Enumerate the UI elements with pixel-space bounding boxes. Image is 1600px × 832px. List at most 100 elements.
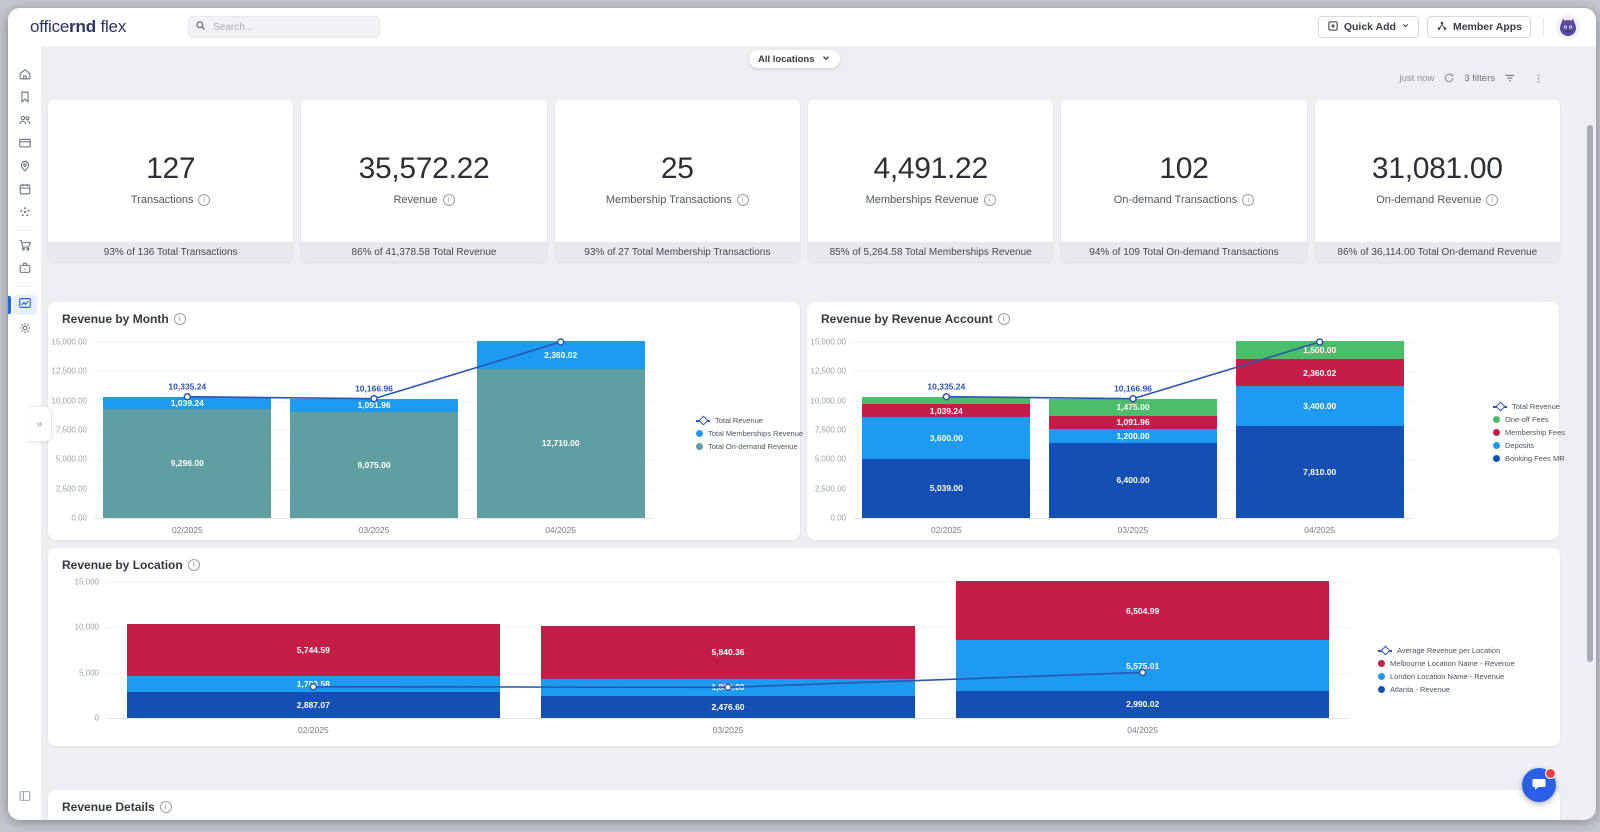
kpi-footer: 93% of 27 Total Membership Transactions xyxy=(554,242,800,262)
user-avatar-button[interactable] xyxy=(1556,15,1580,39)
sidebar-item-community[interactable] xyxy=(13,206,37,222)
legend-item[interactable]: Melbourne Location Name - Revenue xyxy=(1378,659,1515,668)
expand-sidebar-button[interactable] xyxy=(28,406,52,442)
revenue-by-account-card: Revenue by Revenue Account 0.00 2,500.00 5… xyxy=(807,302,1565,540)
legend-item[interactable]: Deposits xyxy=(1493,441,1565,450)
revenue-by-month-plot[interactable]: 0.00 2,500.00 5,000.00 7,500.00 10,000.00 12,… xyxy=(51,338,654,535)
home-icon xyxy=(18,67,32,86)
kpi-value: 127 xyxy=(146,152,196,185)
y-tick-label: 10,000.00 xyxy=(51,396,87,406)
line-point[interactable] xyxy=(1129,394,1137,403)
y-tick-label: 5,000.00 xyxy=(55,454,87,464)
sidebar-item-jobs[interactable] xyxy=(13,262,37,278)
kpi-label: Revenue xyxy=(393,194,455,206)
filters-count-label[interactable]: 3 filters xyxy=(1464,73,1495,84)
kpi-card-ondemand-revenue: 31,081.00 On-demand Revenue 86% of 36,11… xyxy=(1314,100,1560,262)
revenue-by-location-plot[interactable]: 05,00010,00015,00002/20252,887.071,703.5… xyxy=(75,578,1350,735)
info-icon[interactable] xyxy=(187,559,200,571)
sidebar-item-analytics[interactable] xyxy=(8,295,37,315)
line-point[interactable] xyxy=(1315,338,1324,346)
legend-item[interactable]: Total Revenue xyxy=(1493,401,1565,412)
sidebar-item-locations[interactable] xyxy=(13,160,37,176)
y-tick-label: 10,000 xyxy=(74,622,99,632)
sidebar-item-members[interactable] xyxy=(13,114,37,130)
line-point[interactable] xyxy=(942,392,951,401)
sidebar-divider xyxy=(16,286,33,287)
line-point[interactable] xyxy=(556,338,565,346)
info-icon[interactable] xyxy=(1242,194,1255,206)
legend-label: Deposits xyxy=(1505,441,1535,450)
kpi-card-revenue: 35,572.22 Revenue 86% of 41,378.58 Total… xyxy=(301,100,547,262)
legend-item[interactable]: Booking Fees MR xyxy=(1493,454,1565,463)
sidebar-item-bookmarks[interactable] xyxy=(13,91,37,107)
legend-line-swatch xyxy=(1493,401,1507,412)
legend-item[interactable]: Total On-demand Revenue xyxy=(696,442,803,451)
revenue-by-account-plot[interactable]: 0.00 2,500.00 5,000.00 7,500.00 10,000.00 12,… xyxy=(810,338,1413,535)
vertical-scrollbar-thumb[interactable] xyxy=(1587,125,1593,662)
topbar: officernd flex Quick Add Member Apps xyxy=(8,8,1596,46)
kpi-label: Memberships Revenue xyxy=(866,194,996,206)
gear-icon xyxy=(18,321,32,340)
x-tick-label: 02/2025 xyxy=(930,525,962,535)
chat-icon xyxy=(1531,776,1547,795)
legend-item[interactable]: Total Memberships Revenue xyxy=(696,429,803,438)
legend-item[interactable]: Total Revenue xyxy=(696,415,803,426)
section-title: Revenue Details xyxy=(62,800,172,814)
briefcase-icon xyxy=(18,261,32,280)
quick-add-button[interactable]: Quick Add xyxy=(1317,16,1419,38)
y-tick-label: 10,000.00 xyxy=(810,396,846,406)
legend-label: Average Revenue per Location xyxy=(1397,646,1501,655)
legend-item[interactable]: London Location Name - Revenue xyxy=(1378,672,1515,681)
sidebar-item-bookings[interactable] xyxy=(13,183,37,199)
line-point[interactable] xyxy=(309,683,318,691)
line-series: 10,335.24 10,166.96 xyxy=(168,338,565,403)
legend-item[interactable]: Atlanta - Revenue xyxy=(1378,685,1515,694)
kpi-value: 31,081.00 xyxy=(1371,152,1503,185)
x-tick-label: 03/2025 xyxy=(1117,525,1149,535)
y-tick-label: 7,500.00 xyxy=(814,425,846,435)
legend-item[interactable]: One-off Fees xyxy=(1493,415,1565,424)
info-icon[interactable] xyxy=(997,313,1010,325)
y-tick-label: 15,000.00 xyxy=(810,337,846,347)
line-point[interactable] xyxy=(370,394,378,403)
y-tick-label: 5,000 xyxy=(78,668,99,678)
officernd-logo: officernd flex xyxy=(30,17,127,36)
legend-item[interactable]: Membership Fees xyxy=(1493,428,1565,437)
line-point-label: 10,166.96 xyxy=(1114,384,1152,394)
legend-item[interactable]: Average Revenue per Location xyxy=(1378,645,1515,656)
sidebar-item-collapse[interactable] xyxy=(13,790,37,806)
global-search[interactable] xyxy=(188,16,381,38)
line-point[interactable] xyxy=(724,683,732,692)
gridline xyxy=(853,518,1413,519)
info-icon[interactable] xyxy=(1486,194,1499,206)
sidebar-item-home[interactable] xyxy=(13,68,37,84)
line-series: 10,335.24 10,166.96 xyxy=(927,338,1324,403)
search-input[interactable] xyxy=(211,20,374,34)
refresh-button[interactable] xyxy=(1443,72,1455,84)
sidebar-item-billing[interactable] xyxy=(13,137,37,153)
chat-button[interactable] xyxy=(1522,768,1556,802)
info-icon[interactable] xyxy=(173,313,186,325)
filter-icon[interactable] xyxy=(1504,72,1516,84)
cart-icon xyxy=(18,238,32,257)
member-apps-button[interactable]: Member Apps xyxy=(1426,16,1531,38)
info-icon[interactable] xyxy=(442,194,455,206)
legend-label: London Location Name - Revenue xyxy=(1390,672,1505,681)
chevron-down-icon xyxy=(1401,21,1410,33)
info-icon[interactable] xyxy=(198,194,211,206)
info-icon[interactable] xyxy=(983,194,996,206)
more-options-button[interactable] xyxy=(1533,73,1544,84)
line-point[interactable] xyxy=(1138,668,1147,677)
sidebar-item-marketplace[interactable] xyxy=(13,239,37,255)
kpi-label: Transactions xyxy=(131,194,211,206)
info-icon[interactable] xyxy=(736,194,749,206)
location-selector[interactable]: All locations xyxy=(749,50,841,68)
panel-toggle-icon xyxy=(18,789,32,808)
info-icon[interactable] xyxy=(159,801,172,813)
sidebar-item-settings[interactable] xyxy=(13,322,37,338)
x-tick-label: 03/2025 xyxy=(712,725,744,735)
members-icon xyxy=(18,113,32,132)
line-point[interactable] xyxy=(183,392,192,401)
y-tick-label: 15,000.00 xyxy=(51,337,87,347)
legend-dot-swatch xyxy=(1378,673,1385,680)
